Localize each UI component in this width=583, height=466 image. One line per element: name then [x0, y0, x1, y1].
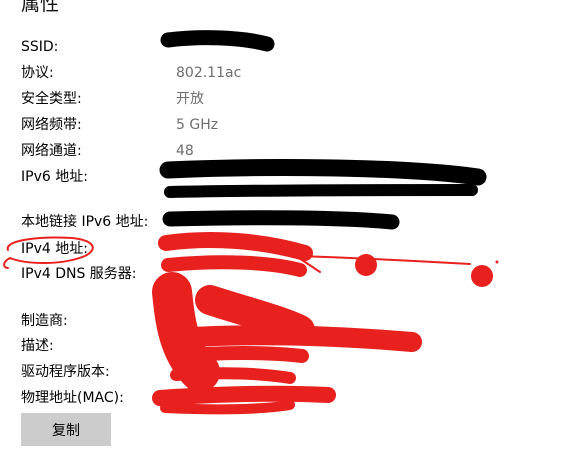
network-channel-label: 网络通道: [21, 143, 82, 159]
wifi-properties-panel: 属性 SSID: 协议: 802.11ac 安全类型: 开放 网络频带: 5 G… [0, 0, 583, 466]
mac-redaction-2 [160, 400, 295, 415]
security-type-label: 安全类型: [21, 91, 82, 107]
red-dot-1 [355, 254, 377, 276]
driver-redaction [171, 346, 309, 363]
protocol-value: 802.11ac [176, 65, 242, 81]
mac-redaction [152, 385, 336, 406]
ipv4-dns-label: IPv4 DNS 服务器: [21, 266, 137, 282]
red-redaction-marks [3, 232, 499, 415]
red-dot-3 [495, 260, 499, 264]
red-streak-2 [295, 255, 321, 273]
description-redaction [165, 325, 422, 352]
manufacturer-label: 制造商: [21, 313, 68, 329]
page-title: 属性 [21, 0, 60, 15]
ssid-redaction [160, 30, 275, 52]
description-label: 描述: [21, 338, 54, 354]
driver-version-label: 驱动程序版本: [21, 364, 110, 380]
ssid-label: SSID: [21, 39, 59, 55]
protocol-label: 协议: [21, 65, 54, 81]
security-type-value: 开放 [176, 91, 204, 107]
ipv6-redaction-2 [164, 184, 478, 198]
red-streak [295, 255, 471, 265]
copy-button[interactable]: 复制 [21, 413, 111, 446]
mac-address-label: 物理地址(MAC): [21, 390, 124, 406]
dns-redaction [161, 255, 307, 277]
manufacturer-redaction [152, 272, 220, 392]
network-channel-value: 48 [176, 143, 194, 159]
ipv6-address-label: IPv6 地址: [21, 169, 88, 185]
ipv4-redaction [158, 232, 313, 261]
network-band-label: 网络频带: [21, 117, 82, 133]
network-band-value: 5 GHz [176, 117, 219, 133]
link-local-redaction [162, 210, 400, 230]
manufacturer-redaction-2 [195, 285, 315, 345]
link-local-ipv6-label: 本地链接 IPv6 地址: [21, 214, 149, 230]
driver-redaction-2 [170, 367, 296, 384]
ipv4-address-label: IPv4 地址: [21, 241, 88, 257]
red-dot-2 [471, 265, 493, 287]
ipv6-redaction-1 [159, 159, 487, 186]
